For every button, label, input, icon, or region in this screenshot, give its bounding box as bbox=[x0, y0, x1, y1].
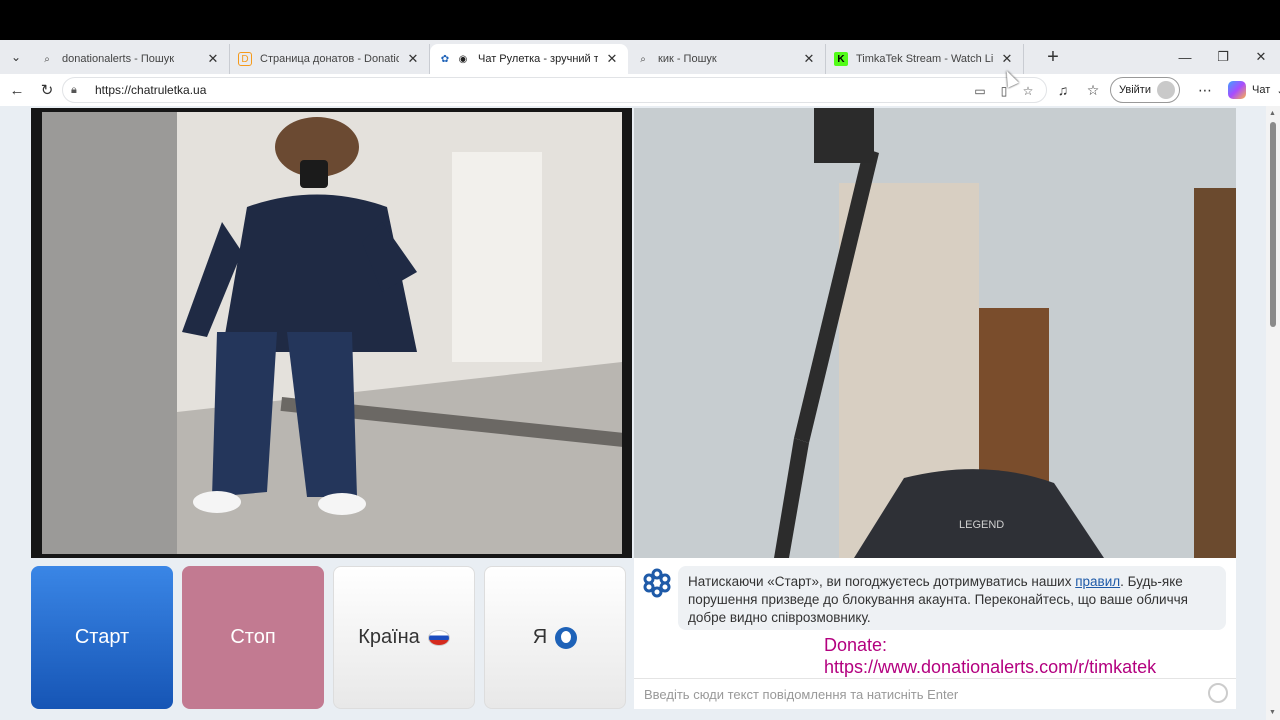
chat-message-input[interactable]: Введіть сюди текст повідомлення та натис… bbox=[634, 678, 1236, 709]
me-button[interactable]: Я bbox=[484, 566, 626, 709]
close-tab-icon[interactable]: ✕ bbox=[604, 51, 620, 67]
tab-donationalerts-search[interactable]: ⌕ donationalerts - Пошук ✕ bbox=[32, 44, 230, 74]
country-button[interactable]: Країна bbox=[333, 566, 475, 709]
tab-title: TimkaTek Stream - Watch Live on Kick bbox=[856, 53, 993, 65]
chat-panel: Натискаючи «Старт», ви погоджуєтесь дотр… bbox=[634, 558, 1236, 709]
tab-donationalerts-page[interactable]: D Страница донатов - DonationAlerts ✕ bbox=[230, 44, 430, 74]
chevron-down-icon: ⌄ bbox=[1276, 84, 1280, 97]
new-tab-plus-icon[interactable]: + bbox=[1038, 42, 1068, 72]
start-button[interactable]: Старт bbox=[31, 566, 173, 709]
close-window-icon[interactable]: ✕ bbox=[1242, 40, 1280, 74]
country-label: Країна bbox=[358, 626, 420, 648]
copilot-button[interactable]: Чат ⌄ bbox=[1228, 81, 1280, 99]
screen-top-black bbox=[0, 0, 1280, 40]
tab-title: Страница донатов - DonationAlerts bbox=[260, 53, 399, 65]
me-label: Я bbox=[532, 626, 548, 648]
maximize-icon[interactable]: ❐ bbox=[1204, 40, 1242, 74]
svg-text:LEGEND: LEGEND bbox=[959, 519, 1004, 531]
donate-overlay: Donate: https://www.donationalerts.com/r… bbox=[824, 634, 1156, 678]
partner-video: LEGEND bbox=[634, 108, 1236, 558]
minimize-icon[interactable]: — bbox=[1166, 40, 1204, 74]
rules-notice: Натискаючи «Старт», ви погоджуєтесь дотр… bbox=[678, 566, 1226, 630]
kick-icon: K bbox=[834, 52, 848, 66]
lock-icon: 🔒︎ bbox=[71, 83, 77, 96]
favorites-icon[interactable]: ☆ bbox=[1080, 77, 1106, 103]
tab-title: кик - Пошук bbox=[658, 53, 717, 65]
stop-label: Стоп bbox=[230, 626, 276, 648]
control-buttons: Старт Стоп Країна Я bbox=[31, 566, 626, 709]
profile-avatar-icon bbox=[1157, 81, 1175, 99]
tab-chatruletka[interactable]: ✿ ◉ Чат Рулетка - зручний та безпечний ✕ bbox=[430, 44, 628, 74]
user-gender-icon bbox=[555, 626, 578, 649]
recording-icon: ◉ bbox=[458, 53, 468, 65]
search-icon: ⌕ bbox=[44, 53, 50, 65]
tab-title: donationalerts - Пошук bbox=[62, 53, 175, 65]
tab-timkatek-stream[interactable]: K TimkaTek Stream - Watch Live on Kick ✕ bbox=[826, 44, 1024, 74]
donationalerts-icon: D bbox=[238, 52, 252, 66]
chat-input-placeholder: Введіть сюди текст повідомлення та натис… bbox=[644, 686, 959, 702]
emoji-icon[interactable] bbox=[1208, 683, 1228, 703]
close-tab-icon[interactable]: ✕ bbox=[205, 51, 221, 67]
russia-flag-icon bbox=[427, 629, 450, 646]
close-tab-icon[interactable]: ✕ bbox=[999, 51, 1015, 67]
camera-icon[interactable]: ▭ bbox=[970, 82, 990, 100]
favorite-star-icon[interactable]: ☆ bbox=[1018, 82, 1038, 100]
more-options-icon[interactable]: ⋯ bbox=[1192, 77, 1218, 103]
scroll-down-icon[interactable]: ▼ bbox=[1269, 709, 1276, 716]
back-arrow-icon[interactable]: ← bbox=[2, 75, 32, 105]
chatruletka-logo-icon bbox=[643, 568, 671, 598]
copilot-label: Чат bbox=[1252, 84, 1271, 96]
search-icon: ⌕ bbox=[640, 53, 646, 65]
copilot-logo-icon bbox=[1228, 81, 1246, 99]
window-controls: — ❐ ✕ bbox=[1166, 40, 1280, 74]
start-label: Старт bbox=[74, 626, 130, 648]
close-tab-icon[interactable]: ✕ bbox=[405, 51, 421, 67]
close-tab-icon[interactable]: ✕ bbox=[801, 51, 817, 67]
local-video-scene bbox=[42, 112, 622, 554]
sign-in-label: Увійти bbox=[1119, 84, 1151, 96]
scroll-up-icon[interactable]: ▲ bbox=[1269, 110, 1276, 117]
url-text: https://chatruletka.ua bbox=[95, 83, 207, 97]
tab-actions-chevron-icon[interactable]: ⌄ bbox=[0, 40, 32, 74]
partner-video-scene: LEGEND bbox=[634, 108, 1236, 558]
url-field[interactable]: 🔒︎ https://chatruletka.ua ▭ ▯ ☆ bbox=[62, 77, 1047, 103]
sign-in-button[interactable]: Увійти bbox=[1110, 77, 1180, 103]
scroll-thumb[interactable] bbox=[1270, 122, 1276, 327]
page-scrollbar[interactable]: ▲ ▼ bbox=[1266, 106, 1280, 720]
chatruletka-icon: ✿ bbox=[440, 53, 450, 65]
donate-line-2: https://www.donationalerts.com/r/timkate… bbox=[824, 657, 1157, 677]
tab-strip: ⌄ ⌕ donationalerts - Пошук ✕ D Страница … bbox=[0, 40, 1280, 74]
tab-kick-search[interactable]: ⌕ кик - Пошук ✕ bbox=[628, 44, 826, 74]
local-video bbox=[31, 108, 632, 558]
donate-line-1: Donate: bbox=[824, 635, 888, 655]
local-video-frame bbox=[42, 112, 622, 554]
address-bar-row: ← ↻ 🔒︎ https://chatruletka.ua ▭ ▯ ☆ ♫ ☆ … bbox=[0, 74, 1280, 106]
stop-button[interactable]: Стоп bbox=[182, 566, 324, 709]
refresh-icon[interactable]: ↻ bbox=[32, 75, 62, 105]
notice-text-1: Натискаючи «Старт», ви погоджуєтесь дотр… bbox=[688, 574, 1076, 589]
tab-title: Чат Рулетка - зручний та безпечний bbox=[478, 53, 598, 65]
media-control-icon[interactable]: ♫ bbox=[1050, 77, 1076, 103]
rules-link[interactable]: правил bbox=[1075, 574, 1120, 589]
